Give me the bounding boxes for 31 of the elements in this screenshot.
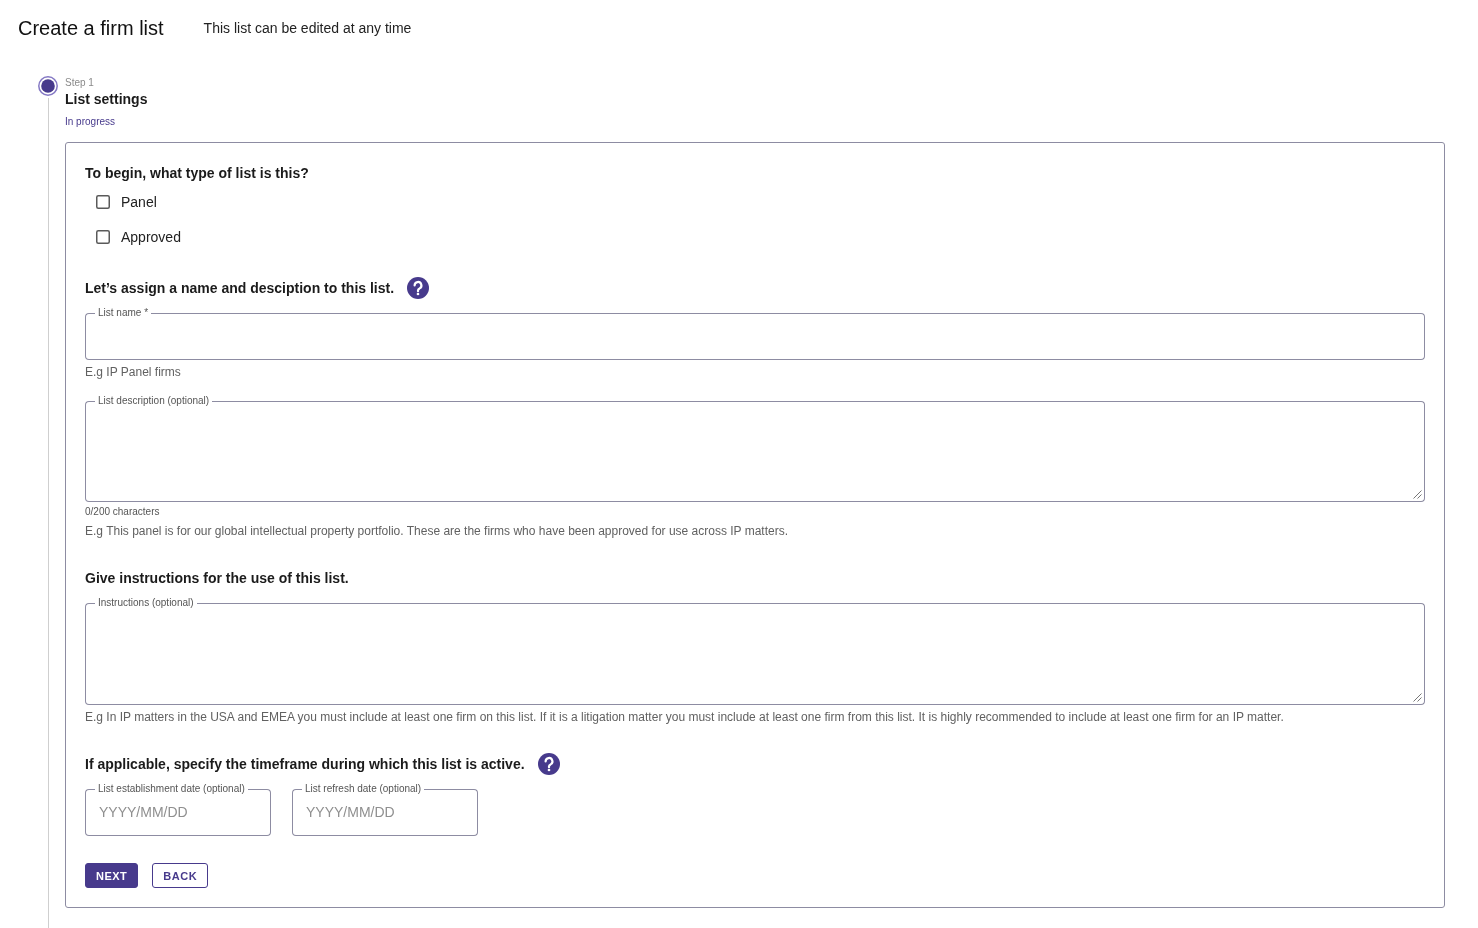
character-counter: 0/200 characters — [85, 505, 161, 519]
step-status: In progress — [65, 115, 116, 129]
question-heading: To begin, what type of list is this? — [85, 164, 309, 183]
page-title: Create a firm list — [18, 16, 164, 40]
next-button[interactable]: NEXT — [85, 863, 139, 888]
question-heading: Let’s assign a name and desciption to this list. — [85, 279, 395, 298]
checkbox[interactable] — [96, 195, 110, 209]
step-title: List settings — [65, 90, 148, 108]
checkbox-label: Approved — [121, 228, 181, 247]
field-label: List establishment date (optional) — [97, 783, 246, 795]
field-hint: E.g This panel is for our global intellectual property portfolio. These are the firms who have been approved for use across IP matters. — [85, 523, 790, 539]
back-button[interactable]: BACK — [152, 863, 209, 888]
question-heading: If applicable, specify the timeframe during which this list is active. — [85, 755, 525, 774]
help-icon[interactable] — [407, 277, 430, 299]
field-label: List name * — [97, 307, 150, 319]
text-field[interactable] — [85, 319, 1425, 360]
resize-handle-icon[interactable] — [1413, 693, 1422, 702]
question-heading: Give instructions for the use of this list. — [85, 569, 349, 588]
date-field[interactable]: YYYY/MM/DD — [292, 795, 478, 836]
page-subtitle: This list can be edited at any time — [203, 19, 412, 37]
field-hint: E.g In IP matters in the USA and EMEA you must include at least one firm on this list. If it is a litigation matter you must include at least one firm from this list. It is highly recommended to include at least one firm for an IP matter. — [85, 709, 1285, 725]
date-field[interactable]: YYYY/MM/DD — [85, 795, 271, 836]
checkbox-label: Panel — [121, 193, 157, 212]
field-label: List description (optional) — [97, 395, 211, 407]
step-label: Step 1 — [65, 76, 94, 90]
field-hint: E.g IP Panel firms — [85, 364, 182, 380]
help-icon[interactable] — [537, 753, 560, 775]
field-label: Instructions (optional) — [97, 597, 195, 609]
field-label: List refresh date (optional) — [304, 783, 423, 795]
checkbox[interactable] — [96, 230, 110, 244]
resize-handle-icon[interactable] — [1413, 490, 1422, 499]
